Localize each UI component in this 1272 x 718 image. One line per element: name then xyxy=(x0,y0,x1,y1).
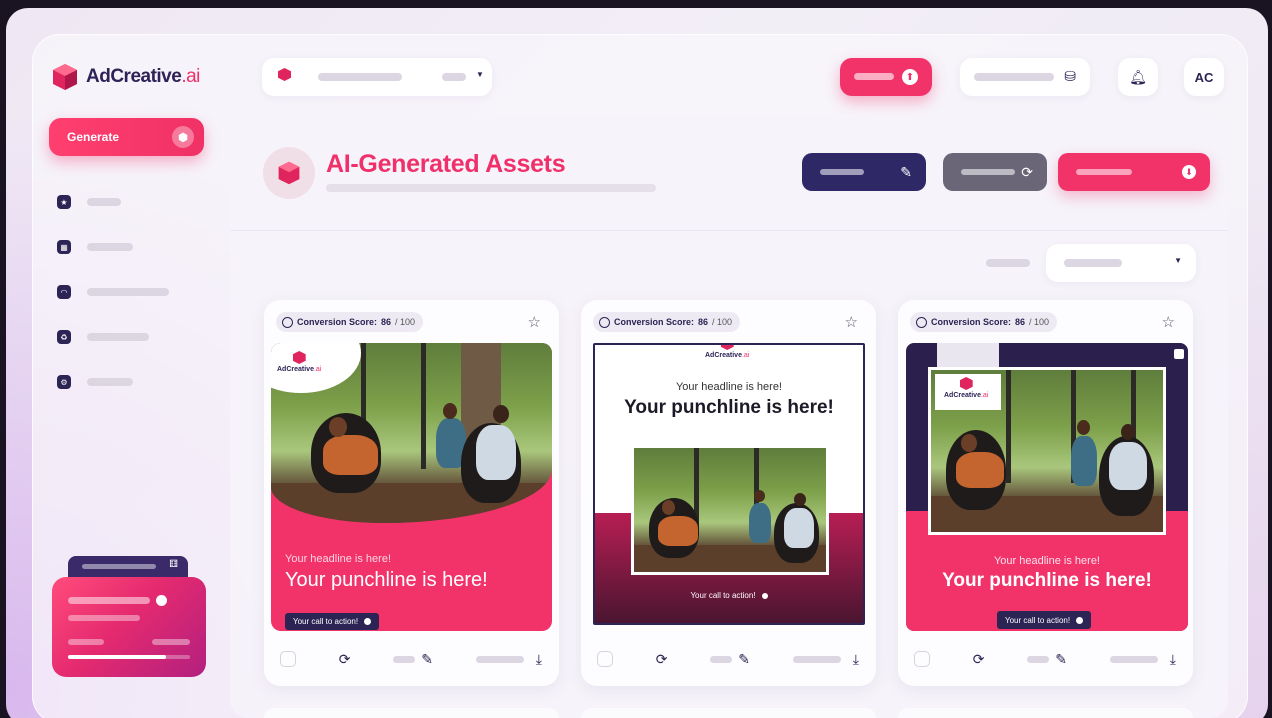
notifications-button[interactable]: 🔔︎ xyxy=(1118,58,1158,96)
plan-tab: ⚅ xyxy=(68,556,188,578)
brand-name: AdCreative.ai xyxy=(86,66,200,87)
gift-icon: ⚅ xyxy=(169,559,178,570)
ad-headline: Your headline is here! xyxy=(675,381,782,393)
score-icon xyxy=(599,316,610,328)
assets-icon xyxy=(263,147,315,199)
bell-icon: 🔔︎ xyxy=(1129,68,1147,85)
ad-logo: AdCreative.ai xyxy=(699,345,756,359)
pencil-icon[interactable]: ✎ xyxy=(421,651,433,668)
score-icon xyxy=(282,316,293,328)
sidebar-item-2[interactable]: ▦ xyxy=(57,239,217,255)
chevron-down-icon: ▼ xyxy=(476,70,484,79)
asset-card-6-peek xyxy=(898,708,1193,718)
info-icon xyxy=(156,595,167,606)
sidebar-item-3[interactable]: ◠ xyxy=(57,284,217,300)
pencil-icon[interactable]: ✎ xyxy=(738,651,750,668)
avatar[interactable]: AC xyxy=(1184,58,1224,96)
coins-icon: ⛁ xyxy=(1064,68,1076,84)
regenerate-button[interactable]: ⟳ xyxy=(943,153,1047,191)
asset-card-2[interactable]: Conversion Score: 86/ 100 ☆ AdCreative.ai… xyxy=(581,300,876,686)
brand-logo[interactable]: AdCreative.ai xyxy=(50,62,200,92)
credits-progress-track xyxy=(68,655,190,659)
refresh-icon[interactable]: ⟳ xyxy=(339,651,351,668)
favorite-star-icon[interactable]: ☆ xyxy=(1162,313,1175,331)
ad-cta: Your call to action! xyxy=(285,613,380,630)
generate-button[interactable]: Generate ⬢ xyxy=(49,118,204,156)
conversion-score: Conversion Score: 86/ 100 xyxy=(593,312,741,332)
sidebar-item-4[interactable]: ♻ xyxy=(57,329,217,345)
workspace-logo xyxy=(278,68,291,83)
refresh-icon: ⟳ xyxy=(1021,163,1033,180)
star-icon: ★ xyxy=(57,195,71,209)
ad-creative-3[interactable]: AdCreative.ai Your headline is here! You… xyxy=(906,343,1188,631)
ad-punchline: Your punchline is here! xyxy=(624,397,834,418)
ad-headline: Your headline is here! xyxy=(993,555,1100,567)
ad-photo xyxy=(631,445,829,575)
conversion-score: Conversion Score: 86/ 100 xyxy=(276,312,424,332)
asset-card-4-peek xyxy=(264,708,559,718)
edit-button[interactable]: ✎ xyxy=(802,153,926,191)
cube-icon: ⬢ xyxy=(172,126,194,148)
ad-creative-1[interactable]: AdCreative.ai Your headline is here! You… xyxy=(271,343,552,631)
credits-widget[interactable] xyxy=(52,577,206,677)
download-icon[interactable]: ⤓ xyxy=(536,651,542,668)
primary-action-button[interactable]: ⬇ xyxy=(1058,153,1210,191)
ad-logo: AdCreative.ai xyxy=(277,351,321,373)
page-subtitle-placeholder xyxy=(326,184,656,192)
refresh-icon[interactable]: ⟳ xyxy=(973,651,985,668)
sidebar-item-5[interactable]: ⚙ xyxy=(57,374,217,390)
select-checkbox[interactable] xyxy=(597,651,613,667)
conversion-score: Conversion Score: 86/ 100 xyxy=(910,312,1058,332)
chevron-down-icon: ▼ xyxy=(1174,256,1182,265)
arrow-up-icon: ⬆ xyxy=(902,69,918,85)
asset-card-5-peek xyxy=(581,708,876,718)
card-actions: ⟳ ✎ ⤓ xyxy=(280,649,542,669)
upgrade-button[interactable]: ⬆ xyxy=(840,58,932,96)
download-icon[interactable]: ⤓ xyxy=(1170,651,1176,668)
refresh-icon[interactable]: ⟳ xyxy=(656,651,668,668)
ad-punchline: Your punchline is here! xyxy=(942,570,1152,591)
download-circle-icon: ⬇ xyxy=(1182,165,1196,179)
ad-logo: AdCreative.ai xyxy=(944,377,988,399)
sidebar-item-1[interactable]: ★ xyxy=(57,194,217,210)
ad-cta: Your call to action! xyxy=(997,611,1092,629)
pencil-icon: ✎ xyxy=(900,163,912,180)
card-actions: ⟳ ✎ ⤓ xyxy=(914,649,1176,669)
ad-cta: Your call to action! xyxy=(595,591,863,600)
favorite-star-icon[interactable]: ☆ xyxy=(528,313,541,331)
page-title: AI-Generated Assets xyxy=(326,150,566,178)
credits-box[interactable]: ⛁ xyxy=(960,58,1090,96)
score-icon xyxy=(916,316,927,328)
workspace-selector[interactable]: ▼ xyxy=(262,58,492,96)
logo-cube-icon xyxy=(53,64,77,90)
pencil-icon[interactable]: ✎ xyxy=(1055,651,1067,668)
gear-icon: ⚙ xyxy=(57,375,71,389)
credits-progress-fill xyxy=(68,655,166,659)
ad-creative-2[interactable]: AdCreative.ai Your headline is here! You… xyxy=(593,343,865,625)
grid-icon: ▦ xyxy=(57,240,71,254)
favorite-star-icon[interactable]: ☆ xyxy=(845,313,858,331)
card-actions: ⟳ ✎ ⤓ xyxy=(597,649,859,669)
ad-punchline: Your punchline is here! xyxy=(285,569,488,591)
download-icon[interactable]: ⤓ xyxy=(853,651,859,668)
sort-label-placeholder xyxy=(986,259,1030,267)
select-checkbox[interactable] xyxy=(914,651,930,667)
asset-card-3[interactable]: Conversion Score: 86/ 100 ☆ AdCreative.ai… xyxy=(898,300,1193,686)
sort-dropdown[interactable]: ▼ xyxy=(1046,244,1196,282)
gauge-icon: ◠ xyxy=(57,285,71,299)
asset-card-1[interactable]: Conversion Score: 86/ 100 ☆ AdCreative.ai… xyxy=(264,300,559,686)
ad-headline: Your headline is here! xyxy=(285,553,392,565)
select-checkbox[interactable] xyxy=(280,651,296,667)
recycle-icon: ♻ xyxy=(57,330,71,344)
